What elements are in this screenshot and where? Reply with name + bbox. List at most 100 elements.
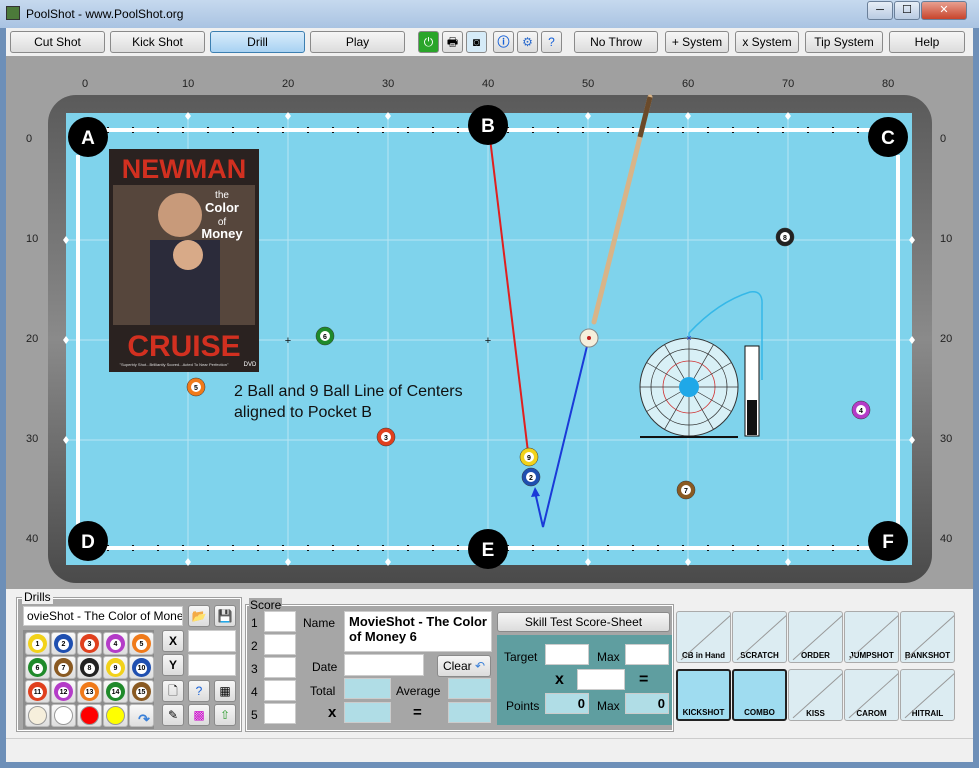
shot-type-label: BANKSHOT <box>904 651 951 660</box>
shot-type-order[interactable]: ORDER <box>788 611 843 663</box>
table-list-icon[interactable]: ▦ <box>214 680 236 702</box>
ball-number: 6 <box>323 334 327 341</box>
ball-number: 6 <box>32 663 43 674</box>
ball-5[interactable]: 5 <box>186 377 206 397</box>
ball-button-11[interactable]: 11 <box>25 680 50 703</box>
ball-6[interactable]: 6 <box>315 326 335 346</box>
left-cushion <box>76 155 80 525</box>
multiplier-input[interactable] <box>577 669 625 690</box>
ball-9[interactable]: 9 <box>519 447 539 467</box>
ball-button-8[interactable]: 8 <box>77 656 102 679</box>
shot-type-bankshot[interactable]: BANKSHOT <box>900 611 955 663</box>
ball-3[interactable]: 3 <box>376 427 396 447</box>
document-help-icon[interactable]: ? <box>188 680 210 702</box>
ball-number: 7 <box>684 488 688 495</box>
y-input[interactable] <box>188 654 236 676</box>
ball-number: 3 <box>84 639 95 650</box>
annotation-line-1: 2 Ball and 9 Ball Line of Centers <box>234 383 463 400</box>
edit-notes-icon[interactable]: ✎ <box>162 704 184 726</box>
total-field <box>344 678 391 699</box>
date-input[interactable] <box>344 654 424 676</box>
svg-text:×: × <box>686 333 691 343</box>
max-label: Max <box>597 699 620 713</box>
shot-type-label: CB in Hand <box>681 651 726 660</box>
pocket-f[interactable]: F <box>868 521 908 561</box>
color-palette-icon[interactable]: ▩ <box>188 704 210 726</box>
speed-gauge[interactable] <box>744 345 760 437</box>
score-row-input[interactable] <box>264 634 296 655</box>
ball-icon: 7 <box>54 658 73 677</box>
ball-8[interactable]: 8 <box>775 227 795 247</box>
ball-button-4[interactable]: 4 <box>103 632 128 655</box>
ball-icon: 6 <box>28 658 47 677</box>
export-folder-icon[interactable]: ⇧ <box>214 704 236 726</box>
target-input[interactable] <box>545 644 589 665</box>
score-row-input[interactable] <box>264 611 296 632</box>
poster-title: Money <box>201 226 243 241</box>
max-input[interactable] <box>625 644 669 665</box>
cue-ball-button[interactable] <box>25 704 50 727</box>
ball-4[interactable]: 4 <box>851 400 871 420</box>
shot-type-combo[interactable]: COMBO <box>732 669 787 721</box>
ball-button-13[interactable]: 13 <box>77 680 102 703</box>
shot-type-kiss[interactable]: KISS <box>788 669 843 721</box>
ball-icon: 9 <box>106 658 125 677</box>
ball-icon: 10 <box>132 658 151 677</box>
x-button[interactable]: X <box>162 630 184 652</box>
shot-type-kickshot[interactable]: KICKSHOT <box>676 669 731 721</box>
ball-button-5[interactable]: 5 <box>129 632 154 655</box>
ball-number: 12 <box>58 687 69 698</box>
ghost-ball-button[interactable] <box>51 704 76 727</box>
save-disk-icon[interactable]: 💾 <box>214 605 236 627</box>
ball-button-2[interactable]: 2 <box>51 632 76 655</box>
y-button[interactable]: Y <box>162 654 184 676</box>
total-label: Total <box>310 684 336 698</box>
ball-button-12[interactable]: 12 <box>51 680 76 703</box>
pocket-label: C <box>881 128 895 149</box>
pocket-e[interactable]: E <box>468 529 508 569</box>
score-row-input[interactable] <box>264 703 296 724</box>
shot-type-jumpshot[interactable]: JUMPSHOT <box>844 611 899 663</box>
score-row-label: 3 <box>251 662 258 676</box>
score-row-input[interactable] <box>264 657 296 678</box>
score-row-input[interactable] <box>264 680 296 701</box>
cue-ball[interactable] <box>579 328 599 348</box>
open-folder-icon[interactable]: 📂 <box>188 605 210 627</box>
ball-button-10[interactable]: 10 <box>129 656 154 679</box>
pocket-d[interactable]: D <box>68 521 108 561</box>
redo-button[interactable]: ↷ <box>129 704 154 727</box>
ball-button-15[interactable]: 15 <box>129 680 154 703</box>
ball-button-6[interactable]: 6 <box>25 656 50 679</box>
skill-test-score-sheet-button[interactable]: Skill Test Score-Sheet <box>497 612 670 632</box>
points-max-field: 0 <box>625 693 669 714</box>
yellow-ball-button[interactable] <box>103 704 128 727</box>
new-document-icon[interactable]: 🗋 <box>162 680 184 702</box>
ball-7[interactable]: 7 <box>676 480 696 500</box>
ball-number: 3 <box>384 435 388 442</box>
x-input[interactable] <box>188 630 236 652</box>
clear-button[interactable]: Clear ↶ <box>437 655 491 677</box>
shot-type-cb-in-hand[interactable]: CB in Hand <box>676 611 731 663</box>
shot-type-carom[interactable]: CAROM <box>844 669 899 721</box>
ball-2[interactable]: 2 <box>521 467 541 487</box>
ball-number: 7 <box>58 663 69 674</box>
pocket-b[interactable]: B <box>468 105 508 145</box>
drill-name-input[interactable]: ovieShot - The Color of Money 6 <box>23 606 183 626</box>
ball-button-9[interactable]: 9 <box>103 656 128 679</box>
name-input[interactable]: MovieShot - The Color of Money 6 <box>344 611 492 652</box>
score-row-label: 2 <box>251 639 258 653</box>
shot-type-hitrail[interactable]: HITRAIL <box>900 669 955 721</box>
pocket-label: D <box>81 532 95 553</box>
pocket-c[interactable]: C <box>868 117 908 157</box>
multiply-label: x <box>328 704 337 721</box>
ball-button-3[interactable]: 3 <box>77 632 102 655</box>
pocket-a[interactable]: A <box>68 117 108 157</box>
shot-type-scratch[interactable]: SCRATCH <box>732 611 787 663</box>
bottom-panel: Drills ovieShot - The Color of Money 6 📂… <box>6 590 973 736</box>
red-ball-button[interactable] <box>77 704 102 727</box>
ball-button-14[interactable]: 14 <box>103 680 128 703</box>
ball-button-1[interactable]: 1 <box>25 632 50 655</box>
ball-button-7[interactable]: 7 <box>51 656 76 679</box>
points-label: Points <box>506 699 540 713</box>
ball-number: 8 <box>84 663 95 674</box>
